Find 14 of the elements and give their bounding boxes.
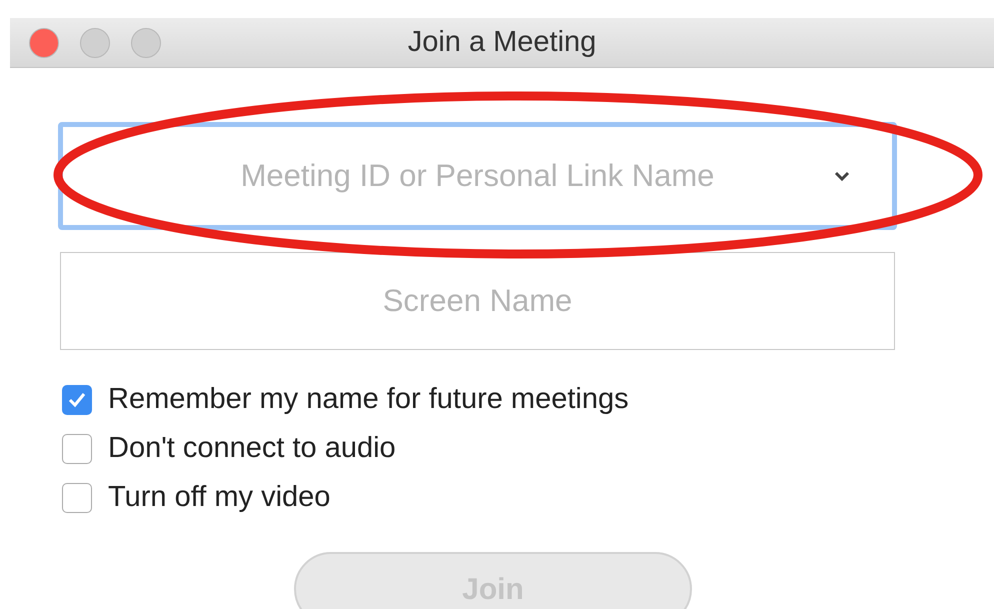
input-field[interactable]: Screen Name	[60, 252, 895, 350]
checkbox[interactable]	[62, 483, 92, 513]
checkbox-label: Remember my name for future meetings	[108, 382, 629, 418]
minimize-button[interactable]	[80, 28, 110, 58]
checkbox[interactable]	[62, 434, 92, 464]
checkmark-icon	[67, 391, 87, 409]
checkbox-label: Turn off my video	[108, 480, 330, 516]
close-button[interactable]	[29, 28, 59, 58]
chevron-down-icon	[833, 170, 851, 182]
combo-box[interactable]: Meeting ID or Personal Link Name	[58, 122, 897, 230]
zoom-button[interactable]	[131, 28, 161, 58]
checkbox[interactable]	[62, 385, 92, 415]
checkbox-label: Don't connect to audio	[108, 431, 396, 466]
window-title: Join a Meeting	[408, 24, 596, 60]
